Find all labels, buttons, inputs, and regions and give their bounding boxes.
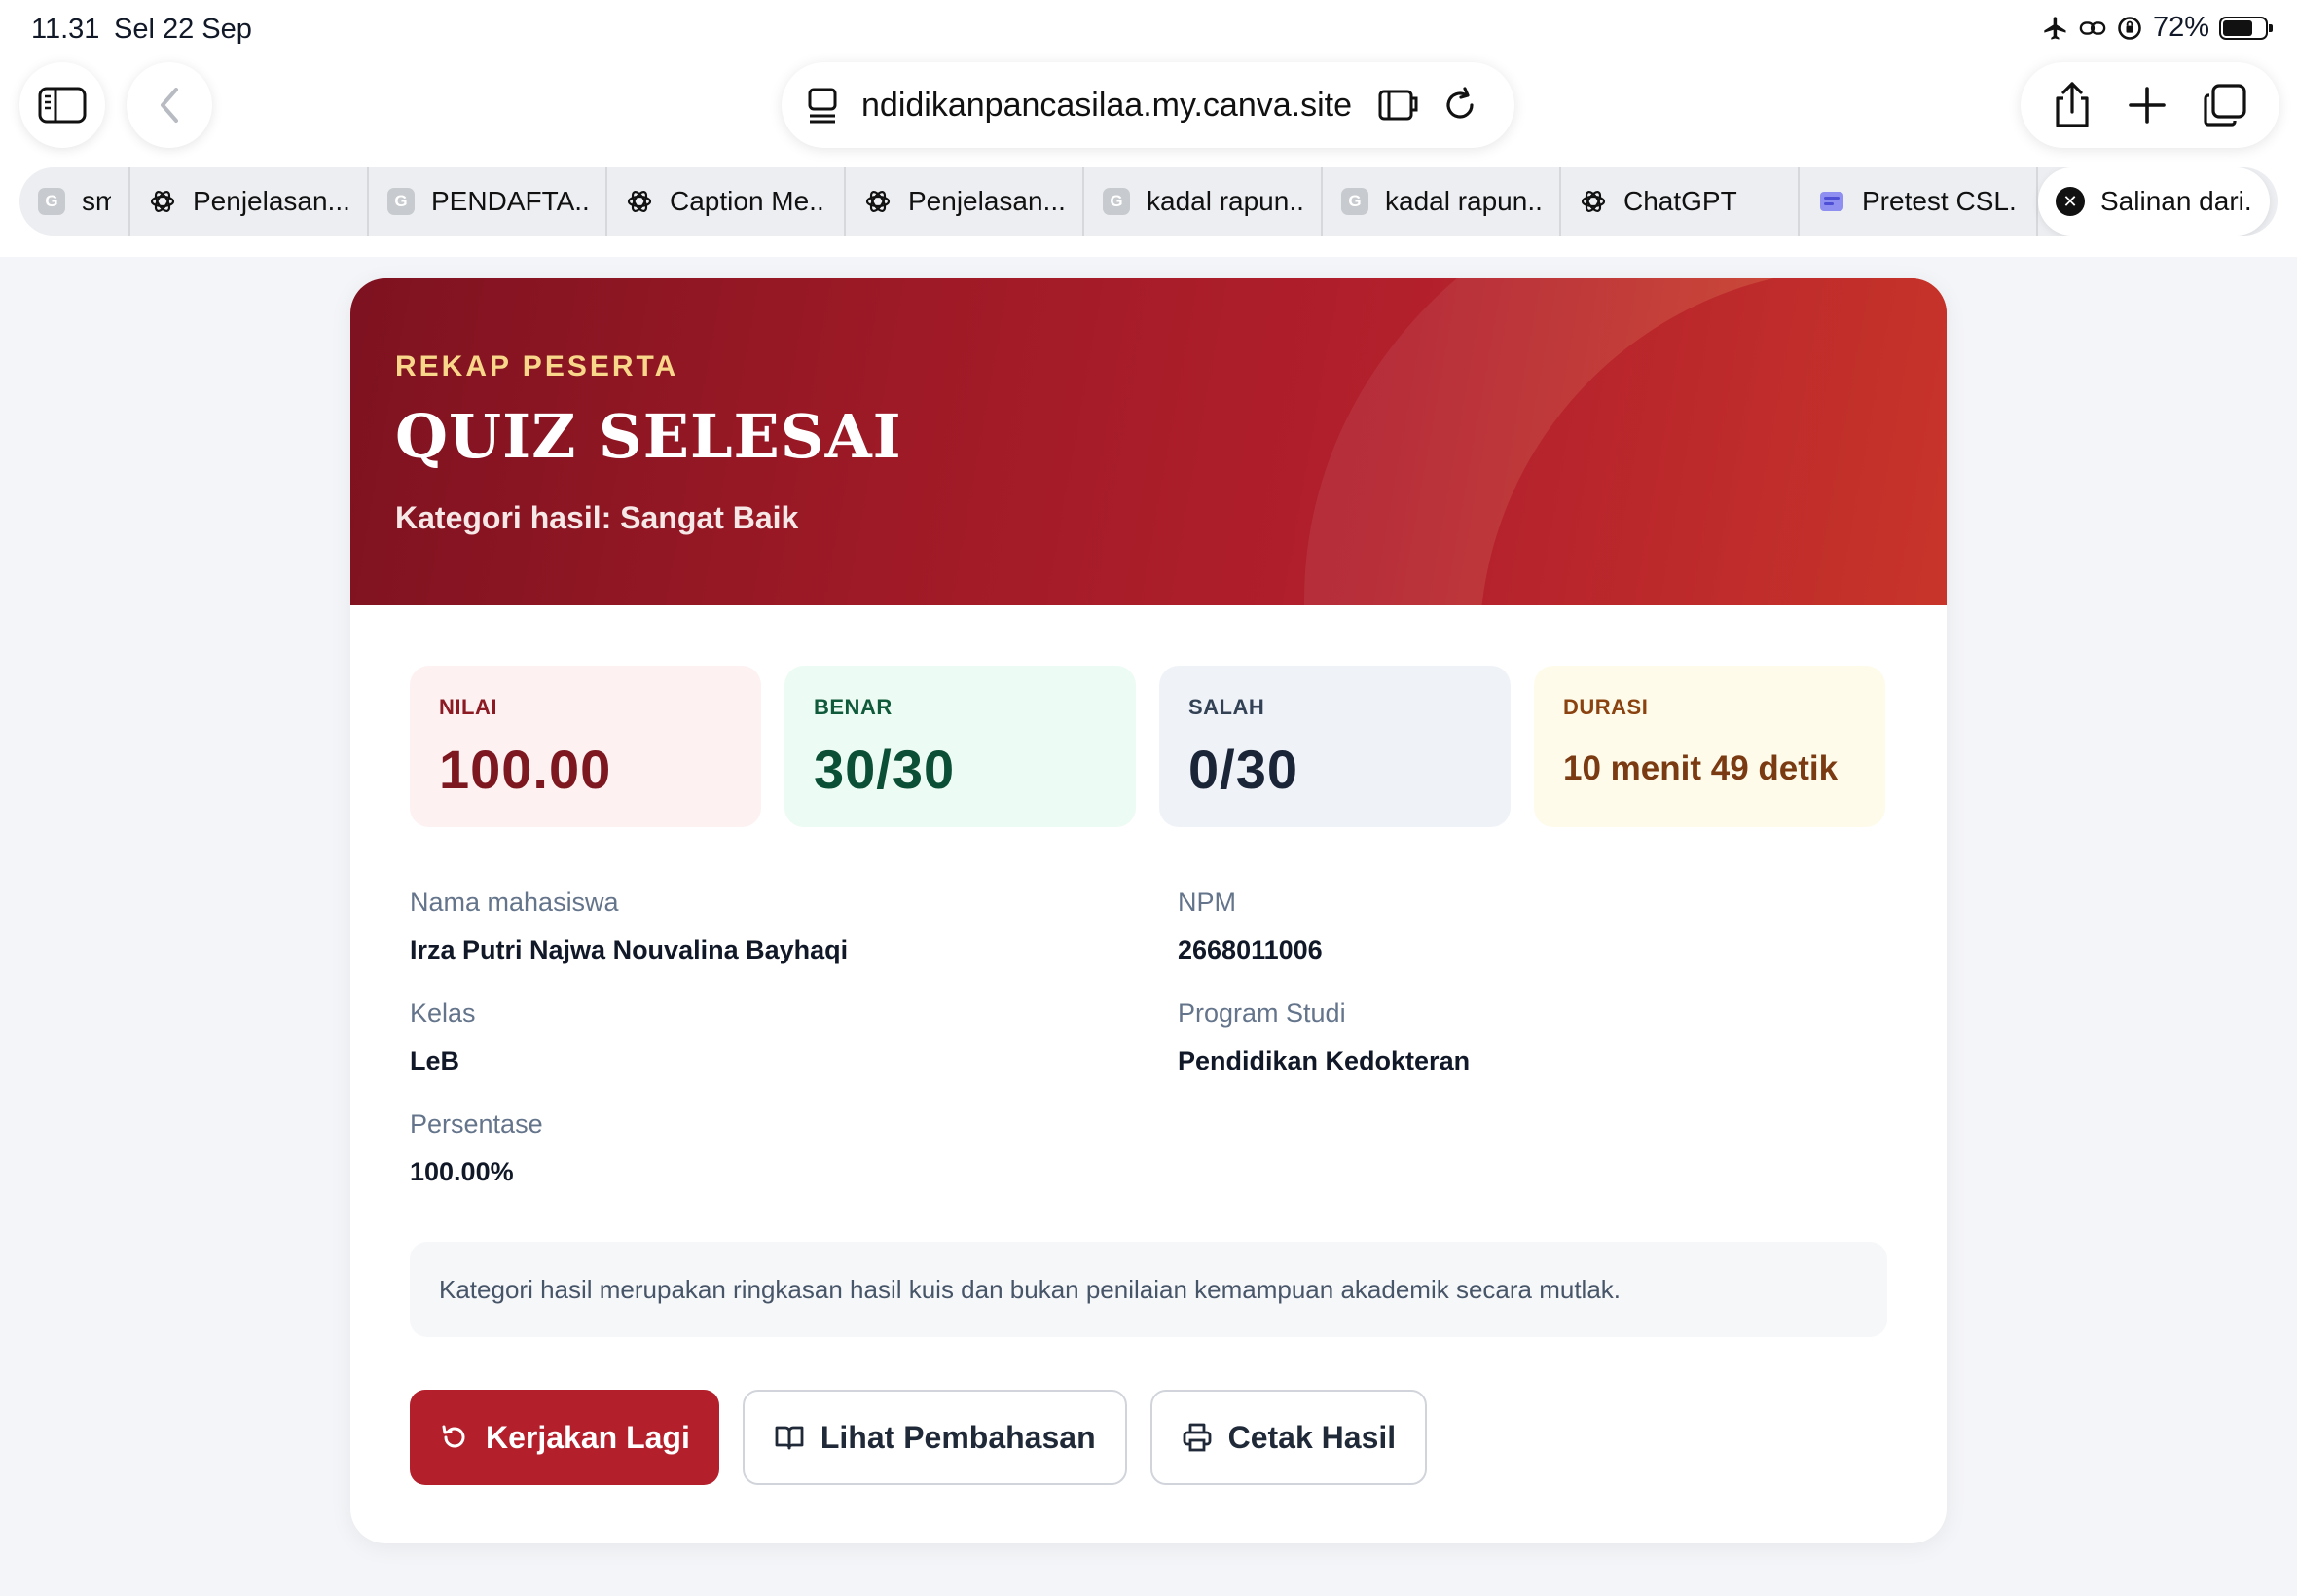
review-label: Lihat Pembahasan [820, 1419, 1096, 1455]
result-card: REKAP PESERTA QUIZ SELESAI Kategori hasi… [350, 278, 1947, 1543]
info-percentage: Persentase 100.00% [410, 1109, 543, 1187]
share-icon[interactable] [2052, 81, 2093, 129]
printer-icon [1182, 1422, 1213, 1453]
status-date: Sel 22 Sep [114, 14, 252, 45]
stat-wrong: SALAH 0/30 [1159, 666, 1511, 827]
stat-duration: DURASI 10 menit 49 detik [1534, 666, 1885, 827]
chatgpt-icon [1579, 187, 1608, 216]
info-program: Program Studi Pendidikan Kedokteran [1178, 998, 1470, 1076]
status-time: 11.31 [31, 14, 100, 45]
tab-overview-icon[interactable] [2202, 82, 2248, 128]
info-npm: NPM 2668011006 [1178, 888, 1323, 965]
tab-strip: Gsma Penjelasan... G PENDAFTA... Caption Me.… [19, 167, 2278, 236]
stat-score-label: NILAI [439, 695, 497, 719]
browser-tab[interactable]: ✕ Salinan dari... [2038, 167, 2270, 236]
info-value: Pendidikan Kedokteran [1178, 1046, 1471, 1075]
retry-icon [439, 1422, 470, 1453]
result-category: Kategori hasil: Sangat Baik [395, 500, 799, 535]
browser-tab[interactable]: Gkadal rapun... [1323, 167, 1561, 236]
print-label: Cetak Hasil [1227, 1419, 1397, 1455]
chatgpt-icon [625, 187, 654, 216]
info-label: Nama mahasiswa [410, 888, 619, 917]
info-value: LeB [410, 1046, 460, 1075]
orientation-lock-icon [2116, 15, 2143, 42]
hero-eyebrow: REKAP PESERTA [395, 350, 679, 382]
info-label: Kelas [410, 998, 476, 1028]
chatgpt-icon [863, 187, 893, 216]
page-menu-icon[interactable] [807, 87, 840, 124]
address-bar[interactable]: ndidikanpancasilaa.my.canva.site [782, 62, 1514, 148]
review-button[interactable]: Lihat Pembahasan [742, 1390, 1127, 1485]
chevron-left-icon [161, 88, 178, 123]
stat-wrong-value: 0/30 [1188, 739, 1298, 800]
print-button[interactable]: Cetak Hasil [1149, 1390, 1428, 1485]
info-value: Irza Putri Najwa Nouvalina Bayhaqi [410, 935, 849, 964]
stat-duration-value: 10 menit 49 detik [1563, 749, 1839, 787]
tab-title: Caption Me... [670, 186, 826, 216]
tab-title: Salinan dari... [2100, 186, 2252, 216]
browser-tab[interactable]: ChatGPT [1561, 167, 1800, 236]
action-buttons: Kerjakan Lagi Lihat Pembahasan Cetak Has… [410, 1390, 1428, 1485]
retry-label: Kerjakan Lagi [486, 1419, 690, 1455]
stat-wrong-label: SALAH [1188, 695, 1265, 719]
browser-actions [2021, 62, 2279, 148]
page-title: QUIZ SELESAI [395, 401, 902, 472]
tab-title: Pretest CSL... [1862, 186, 2019, 216]
info-value: 100.00% [410, 1157, 514, 1186]
sidebar-toggle-button[interactable] [19, 62, 105, 148]
retry-button[interactable]: Kerjakan Lagi [410, 1390, 719, 1485]
google-icon: G [37, 187, 66, 216]
tab-title: kadal rapun... [1385, 186, 1542, 216]
tab-title: kadal rapun... [1147, 186, 1303, 216]
app-icon [1817, 187, 1846, 216]
status-bar: 11.31 Sel 22 Sep 72% [0, 0, 2297, 60]
result-hero: REKAP PESERTA QUIZ SELESAI Kategori hasi… [350, 278, 1947, 605]
new-tab-icon[interactable] [2127, 85, 2168, 126]
info-label: Persentase [410, 1109, 543, 1139]
close-icon[interactable]: ✕ [2056, 187, 2085, 216]
browser-tab[interactable]: Penjelasan... [846, 167, 1084, 236]
stat-score-value: 100.00 [439, 739, 612, 800]
info-value: 2668011006 [1178, 935, 1323, 964]
stat-duration-label: DURASI [1563, 695, 1649, 719]
browser-tab[interactable]: Pretest CSL... [1800, 167, 2038, 236]
google-icon: G [386, 187, 416, 216]
tab-title: ChatGPT [1623, 186, 1737, 216]
disclaimer-note: Kategori hasil merupakan ringkasan hasil… [410, 1242, 1887, 1337]
link-icon [2079, 15, 2106, 42]
browser-tab[interactable]: Penjelasan... [130, 167, 369, 236]
info-label: NPM [1178, 888, 1236, 917]
info-student-name: Nama mahasiswa Irza Putri Najwa Nouvalin… [410, 888, 848, 965]
browser-tab[interactable]: Caption Me... [607, 167, 846, 236]
extension-icon[interactable] [1377, 87, 1420, 124]
battery-icon [2219, 16, 2273, 40]
status-indicators: 72% [2042, 12, 2273, 44]
battery-percent: 72% [2152, 12, 2209, 43]
tab-title: Penjelasan... [908, 186, 1065, 216]
book-open-icon [774, 1422, 805, 1453]
stat-correct: BENAR 30/30 [784, 666, 1136, 827]
back-button[interactable] [127, 62, 212, 148]
browser-chrome: 11.31 Sel 22 Sep 72% ndidikanpancasilaa.… [0, 0, 2297, 257]
stat-correct-value: 30/30 [814, 739, 956, 800]
browser-tab[interactable]: G PENDAFTA... [369, 167, 607, 236]
stats-row: NILAI 100.00 BENAR 30/30 SALAH 0/30 DURA… [410, 666, 1885, 827]
info-class: Kelas LeB [410, 998, 476, 1076]
info-label: Program Studi [1178, 998, 1346, 1028]
sidebar-icon [38, 87, 87, 124]
stat-correct-label: BENAR [814, 695, 893, 719]
stat-score: NILAI 100.00 [410, 666, 761, 827]
airplane-mode-icon [2042, 15, 2069, 42]
tab-title: PENDAFTA... [431, 186, 588, 216]
url-text[interactable]: ndidikanpancasilaa.my.canva.site [861, 87, 1367, 125]
browser-tab[interactable]: Gkadal rapun... [1084, 167, 1323, 236]
tab-title: Penjelasan... [193, 186, 349, 216]
google-icon: G [1340, 187, 1369, 216]
browser-tab[interactable]: Gsma [19, 167, 130, 236]
chatgpt-icon [148, 187, 177, 216]
google-icon: G [1102, 187, 1131, 216]
reload-icon[interactable] [1441, 87, 1478, 124]
tab-title: sma [82, 186, 111, 216]
